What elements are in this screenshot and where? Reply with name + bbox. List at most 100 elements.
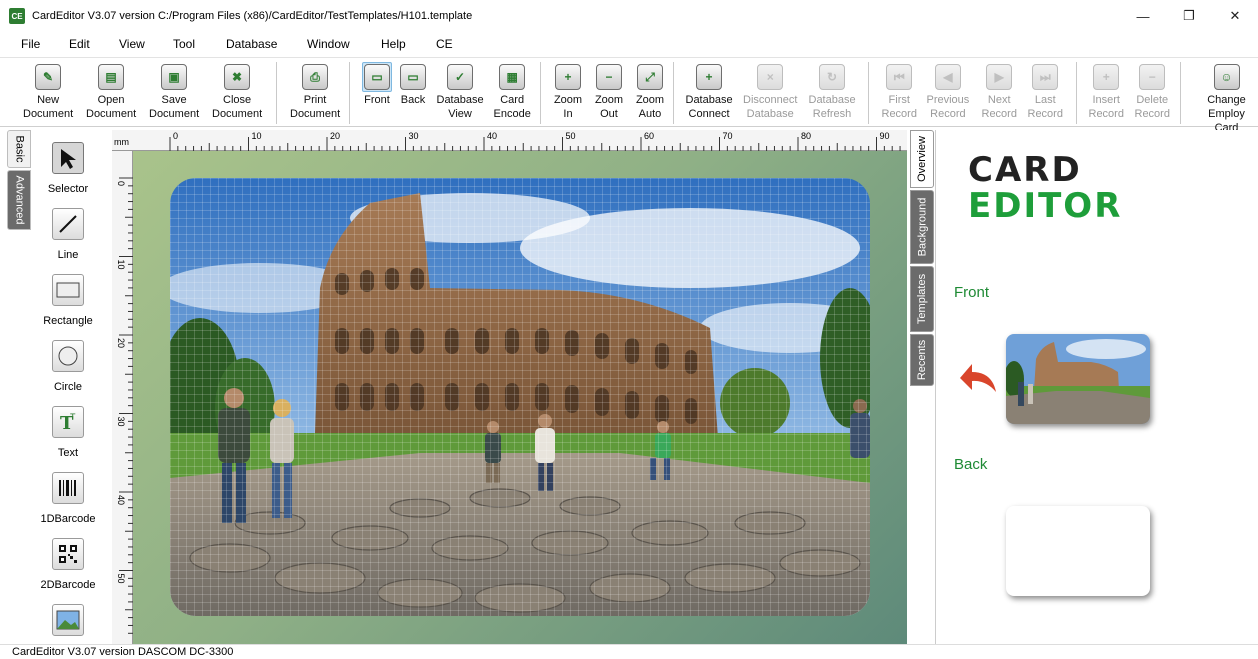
close-document-button[interactable]: ✖ Close Document [212, 62, 262, 121]
database-view-icon: ✓ [447, 64, 474, 90]
card-encode-button[interactable]: ▦ Card Encode [494, 62, 531, 121]
database-disconnect-icon: × [757, 64, 784, 90]
insert-record-button[interactable]: + Insert Record [1089, 62, 1124, 121]
toolbar-icon-frame: ✓ [445, 62, 475, 92]
ruler-label: 50 [116, 574, 126, 584]
minimize-button[interactable]: — [1120, 0, 1166, 32]
svg-text:T: T [70, 412, 76, 422]
toolbar-separator [349, 62, 350, 124]
save-document-button[interactable]: ▣ Save Document [149, 62, 199, 121]
tool-1dbarcode[interactable]: 1DBarcode [31, 472, 105, 525]
ruler-vertical: 0 10 20 30 40 50 [112, 151, 133, 644]
last-record-icon: ⏭ [1032, 64, 1059, 90]
previous-record-button[interactable]: ◀ Previous Record [926, 62, 970, 121]
next-record-button[interactable]: ▶ Next Record [982, 62, 1017, 121]
tab-advanced[interactable]: Advanced [7, 170, 31, 230]
back-thumbnail[interactable] [1006, 506, 1150, 596]
toolbar-icon-frame: ✖ [222, 62, 252, 92]
line-icon [52, 208, 84, 240]
design-canvas[interactable] [133, 151, 907, 644]
ruler-horizontal-ticks: 0 10 20 30 40 50 60 70 80 90 [169, 131, 901, 151]
ruler-label: 30 [116, 417, 126, 427]
ruler-label: 10 [116, 260, 126, 270]
front-side-button[interactable]: ▭ Front [362, 62, 392, 107]
toolbar-icon-frame: ⎙ [300, 62, 330, 92]
menu-edit[interactable]: Edit [69, 37, 90, 51]
database-disconnect-button[interactable]: × Disconnect Database [743, 62, 797, 121]
ruler-label: 70 [723, 131, 733, 141]
status-bar: CardEditor V3.07 version DASCOM DC-3300 [0, 644, 1258, 659]
ruler-label: 20 [330, 131, 340, 141]
toolbar-button-label: Print Document [290, 94, 341, 120]
menu-database[interactable]: Database [226, 37, 277, 51]
menu-tool[interactable]: Tool [173, 37, 195, 51]
toolbar-icon-frame: ▶ [984, 62, 1014, 92]
database-connect-button[interactable]: + Database Connect [686, 62, 733, 121]
change-user-button[interactable]: ☺ Change Employ Card [1195, 62, 1258, 135]
tab-basic[interactable]: Basic [7, 130, 31, 168]
tool-circle[interactable]: Circle [31, 340, 105, 393]
close-window-button[interactable]: ✕ [1212, 0, 1258, 32]
tool-selector[interactable]: Selector [31, 142, 105, 195]
tool-2dbarcode[interactable]: 2DBarcode [31, 538, 105, 591]
last-record-button[interactable]: ⏭ Last Record [1028, 62, 1063, 121]
menu-file[interactable]: File [21, 37, 40, 51]
toolbar-icon-frame: − [1137, 62, 1167, 92]
save-document-icon: ▣ [161, 64, 188, 90]
qr-code-icon [52, 538, 84, 570]
tool-rectangle[interactable]: Rectangle [31, 274, 105, 327]
zoom-in-button[interactable]: + Zoom In [553, 62, 583, 121]
tab-recents[interactable]: Recents [910, 334, 934, 386]
rectangle-icon [52, 274, 84, 306]
toolbar-button-label: Database Refresh [808, 94, 856, 120]
database-view-button[interactable]: ✓ Database View [437, 62, 484, 121]
toolbar-button-label: Open Document [86, 94, 137, 120]
toolbar-icon-frame: + [553, 62, 583, 92]
menu-help[interactable]: Help [381, 37, 406, 51]
delete-record-button[interactable]: − Delete Record [1135, 62, 1170, 121]
ruler-unit: mm [114, 137, 129, 147]
open-document-button[interactable]: ▤ Open Document [86, 62, 136, 121]
image-icon [52, 604, 84, 636]
first-record-button[interactable]: ⏮ First Record [882, 62, 917, 121]
database-refresh-button[interactable]: ↻ Database Refresh [809, 62, 856, 121]
tool-text[interactable]: T T Text [31, 406, 105, 459]
tab-background[interactable]: Background [910, 190, 934, 264]
menu-ce[interactable]: CE [436, 37, 453, 51]
zoom-in-icon: + [555, 64, 581, 90]
toolbar-separator [1076, 62, 1077, 124]
toolbar-icon-frame: − [594, 62, 624, 92]
insert-record-icon: + [1093, 64, 1120, 90]
first-record-icon: ⏮ [886, 64, 913, 90]
tab-overview[interactable]: Overview [910, 130, 934, 188]
app-icon: CE [9, 8, 25, 24]
restore-button[interactable]: ❐ [1166, 0, 1212, 32]
title-bar: CE CardEditor V3.07 version C:/Program F… [0, 0, 1258, 32]
toolbar-icon-frame: ▭ [362, 62, 392, 92]
card-front[interactable] [170, 178, 870, 616]
new-document-button[interactable]: ✎ New Document [23, 62, 73, 121]
ruler-label: 50 [566, 131, 576, 141]
new-document-icon: ✎ [35, 64, 62, 90]
open-document-icon: ▤ [98, 64, 125, 90]
tab-templates[interactable]: Templates [910, 266, 934, 332]
ruler-label: 10 [252, 131, 262, 141]
barcode-icon [52, 472, 84, 504]
zoom-auto-button[interactable]: ⤢ Zoom Auto [635, 62, 665, 121]
tool-line[interactable]: Line [31, 208, 105, 261]
toolbar-button-label: Previous Record [926, 94, 970, 120]
front-thumbnail[interactable] [1006, 334, 1150, 424]
toolbar-icon-frame: × [755, 62, 785, 92]
back-side-button[interactable]: ▭ Back [398, 62, 428, 107]
toolbar-separator [673, 62, 674, 124]
print-button[interactable]: ⎙ Print Document [290, 62, 340, 121]
toolbar-button-label: Close Document [212, 94, 263, 120]
zoom-out-button[interactable]: − Zoom Out [594, 62, 624, 121]
menu-window[interactable]: Window [307, 37, 350, 51]
toolbar-icon-frame: ✎ [33, 62, 63, 92]
menu-view[interactable]: View [119, 37, 145, 51]
colosseum-photo [170, 178, 870, 616]
tool-label: Rectangle [43, 315, 93, 327]
tab-templates-label: Templates [916, 273, 929, 325]
change-user-icon: ☺ [1213, 64, 1240, 90]
